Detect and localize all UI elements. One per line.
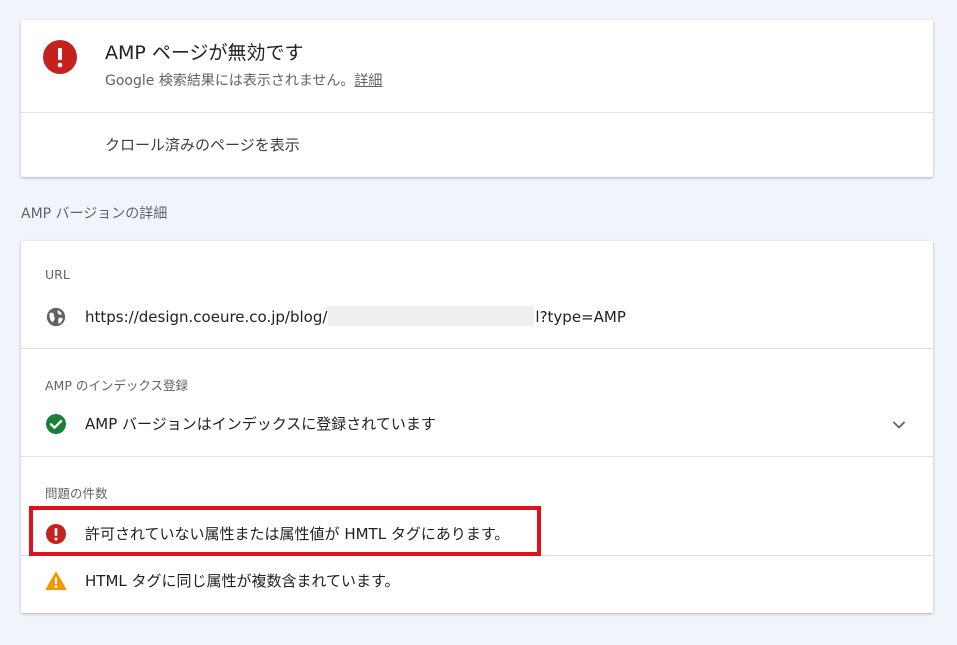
status-subtitle-text: Google 検索結果には表示されません。 (105, 73, 355, 89)
amp-details-card: URL https://design.coeure.co.jp/blog/l?t… (21, 241, 933, 613)
url-label: URL (45, 267, 70, 282)
highlight-annotation (29, 506, 541, 556)
view-crawled-page-link[interactable]: クロール済みのページを表示 (105, 134, 300, 155)
url-suffix: l?type=AMP (535, 308, 626, 326)
status-header: AMP ページが無効です Google 検索結果には表示されません。詳細 (21, 20, 933, 113)
amp-status-card: AMP ページが無効です Google 検索結果には表示されません。詳細 クロー… (21, 20, 933, 177)
index-row[interactable]: AMP のインデックス登録 AMP バージョンはインデックスに登録されています (21, 349, 933, 457)
status-subtitle: Google 検索結果には表示されません。詳細 (105, 70, 382, 90)
section-title: AMP バージョンの詳細 (21, 206, 168, 222)
details-link[interactable]: 詳細 (354, 73, 382, 89)
issues-label: 問題の件数 (45, 486, 108, 501)
warning-icon (45, 570, 67, 592)
redacted-url-segment (328, 306, 535, 326)
index-status-value: AMP バージョンはインデックスに登録されています (85, 415, 436, 433)
check-circle-icon (45, 413, 67, 435)
amp-url-value: https://design.coeure.co.jp/blog/l?type=… (85, 306, 626, 326)
issue-row-warning[interactable]: HTML タグに同じ属性が複数含まれています。 (21, 556, 933, 613)
status-title: AMP ページが無効です (105, 42, 304, 64)
issue-text: HTML タグに同じ属性が複数含まれています。 (85, 572, 400, 590)
chevron-down-icon[interactable] (891, 417, 907, 433)
error-icon (43, 40, 77, 74)
index-label: AMP のインデックス登録 (45, 378, 188, 393)
url-row: URL https://design.coeure.co.jp/blog/l?t… (21, 241, 933, 349)
url-prefix: https://design.coeure.co.jp/blog/ (85, 308, 328, 326)
globe-icon (45, 306, 67, 328)
